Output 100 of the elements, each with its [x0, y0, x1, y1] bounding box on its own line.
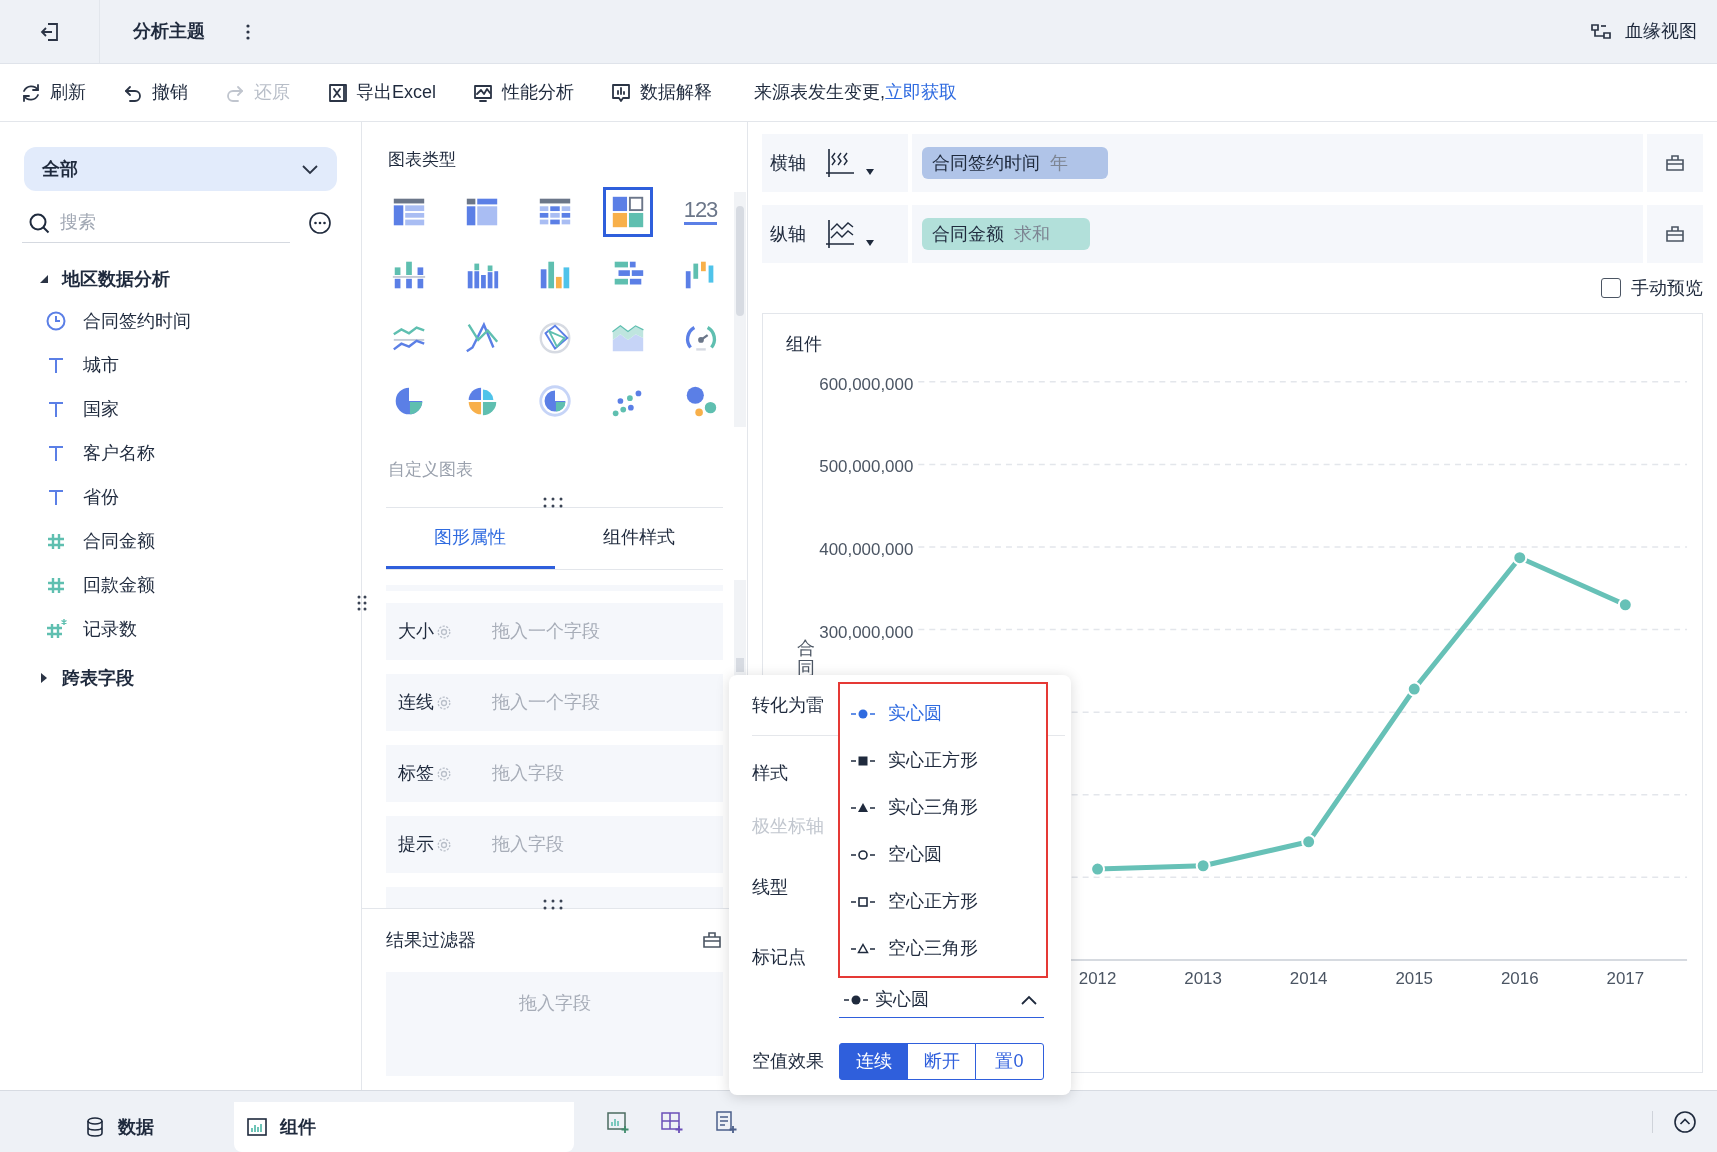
chart-type-button[interactable]: 123: [675, 186, 726, 237]
toolbar-button[interactable]: 数据解释: [610, 79, 712, 106]
drop-zone[interactable]: 连线 拖入一个字段: [386, 674, 723, 731]
dropdown-option[interactable]: 空心圆: [840, 831, 1046, 878]
field-pill[interactable]: 合同签约时间 年: [922, 147, 1108, 179]
field-name: 合同签约时间: [932, 151, 1040, 175]
axis-icon[interactable]: [824, 147, 856, 179]
add-report-icon[interactable]: [714, 1109, 738, 1134]
drop-zone[interactable]: 标签 拖入字段: [386, 745, 723, 802]
notice-text: 来源表发生变更,: [754, 81, 886, 104]
briefcase-icon[interactable]: [1664, 152, 1686, 174]
tick-label: 600,000,000: [819, 374, 914, 394]
property-label: 标签: [398, 762, 434, 785]
scope-dropdown[interactable]: 全部: [24, 147, 337, 191]
collapse-triangle-icon[interactable]: [38, 273, 50, 285]
segment-button[interactable]: 连续: [839, 1043, 908, 1080]
tick-label: 2013: [1184, 968, 1222, 988]
field-item[interactable]: 记录数: [83, 615, 137, 643]
toolbar-button[interactable]: 性能分析: [472, 79, 574, 106]
tick-label: 2012: [1078, 968, 1117, 988]
bottom-tab[interactable]: 组件: [234, 1102, 574, 1152]
placeholder-text: 拖入一个字段: [492, 691, 600, 714]
briefcase-icon[interactable]: [1664, 223, 1686, 245]
field-name: 合同金额: [932, 222, 1004, 246]
placeholder-text: 拖入字段: [492, 833, 564, 856]
folder-label[interactable]: 跨表字段: [62, 664, 134, 692]
bottom-tab[interactable]: 数据: [72, 1102, 222, 1152]
checkbox-label: 手动预览: [1631, 276, 1703, 300]
dropdown-option[interactable]: 空心三角形: [840, 925, 1046, 972]
briefcase-icon[interactable]: [701, 929, 723, 951]
drop-zone[interactable]: 提示 拖入字段: [386, 816, 723, 873]
field-item[interactable]: 回款金额: [83, 571, 155, 599]
tick-label: 300,000,000: [819, 622, 914, 642]
gear-icon: [436, 765, 452, 782]
drag-handle-icon[interactable]: [357, 595, 367, 611]
field-item[interactable]: 合同签约时间: [83, 307, 191, 335]
tick-label: 2014: [1289, 968, 1328, 988]
checkbox[interactable]: [1601, 278, 1621, 298]
axis-label: 纵轴: [770, 222, 806, 246]
spreadsheet-export-icon: [326, 81, 348, 104]
tab[interactable]: 图形属性: [386, 508, 555, 569]
field-item[interactable]: 客户名称: [83, 439, 155, 467]
fetch-link[interactable]: 立即获取: [885, 79, 958, 106]
axis-icon[interactable]: [824, 218, 856, 250]
segment-button[interactable]: 置0: [975, 1043, 1044, 1080]
section-title: 图表类型: [388, 149, 457, 171]
segment-button[interactable]: 断开: [907, 1043, 976, 1080]
data-point: [1512, 550, 1528, 566]
lineage-view-button[interactable]: 血缘视图: [1589, 18, 1697, 45]
toolbar-button[interactable]: 导出Excel: [326, 79, 436, 106]
section-title: 自定义图表: [388, 459, 474, 481]
drag-handle-icon[interactable]: [543, 899, 563, 910]
add-layout-icon[interactable]: [660, 1109, 684, 1134]
folder-label[interactable]: 地区数据分析: [62, 265, 170, 293]
field-item[interactable]: 省份: [83, 483, 119, 511]
chart-type-button[interactable]: [602, 186, 653, 237]
gear-icon: [436, 623, 452, 640]
marker-select[interactable]: 实心圆: [839, 982, 1044, 1018]
search-field[interactable]: 搜索: [60, 209, 290, 236]
aggregation-label: 年: [1050, 151, 1068, 175]
search-icon: [28, 211, 50, 234]
field-item[interactable]: 国家: [83, 395, 119, 423]
data-point: [1301, 834, 1317, 850]
hollow-triangle-marker-icon: [850, 941, 876, 956]
hollow-circle-marker-icon: [850, 847, 876, 862]
dropdown-option[interactable]: 空心正方形: [840, 878, 1046, 925]
field-pill[interactable]: 合同金额 求和: [922, 218, 1090, 250]
chart-title: 组件: [786, 333, 822, 356]
toolbar-button[interactable]: 刷新: [20, 79, 86, 106]
page-title: 分析主题: [133, 20, 205, 43]
setting-label: 样式: [752, 761, 788, 785]
chevron-up-icon: [1020, 993, 1038, 1006]
data-point: [1195, 858, 1211, 874]
drag-handle-icon[interactable]: [543, 497, 563, 508]
dropdown-option[interactable]: 实心圆: [840, 690, 1046, 737]
tick-label: 2015: [1395, 968, 1434, 988]
data-point: [1090, 861, 1106, 877]
caret-icon[interactable]: [866, 240, 874, 246]
clock-icon: [45, 310, 67, 332]
hollow-square-marker-icon: [850, 894, 876, 909]
toolbar-button[interactable]: 撤销: [122, 79, 188, 106]
collapse-up-icon[interactable]: [1673, 1109, 1697, 1134]
drop-zone[interactable]: 大小 拖入一个字段: [386, 603, 723, 660]
dropdown-option[interactable]: 实心正方形: [840, 737, 1046, 784]
more-options-icon[interactable]: [308, 211, 332, 235]
tab[interactable]: 组件样式: [554, 508, 723, 569]
dropdown-option[interactable]: 实心三角形: [840, 784, 1046, 831]
more-icon[interactable]: [245, 22, 251, 41]
setting-label: 标记点: [752, 945, 806, 969]
property-label: 提示: [398, 833, 434, 856]
field-item[interactable]: 城市: [83, 351, 119, 379]
caret-icon[interactable]: [866, 169, 874, 175]
scrollbar[interactable]: [734, 192, 746, 427]
setting-label: 极坐标轴: [752, 814, 824, 838]
database-icon: [84, 1116, 106, 1138]
setting-label: 转化为雷: [752, 693, 824, 717]
placeholder-text: 拖入一个字段: [492, 620, 600, 643]
property-label: 大小: [398, 620, 434, 643]
field-item[interactable]: 合同金额: [83, 527, 155, 555]
add-chart-icon[interactable]: [606, 1109, 630, 1134]
